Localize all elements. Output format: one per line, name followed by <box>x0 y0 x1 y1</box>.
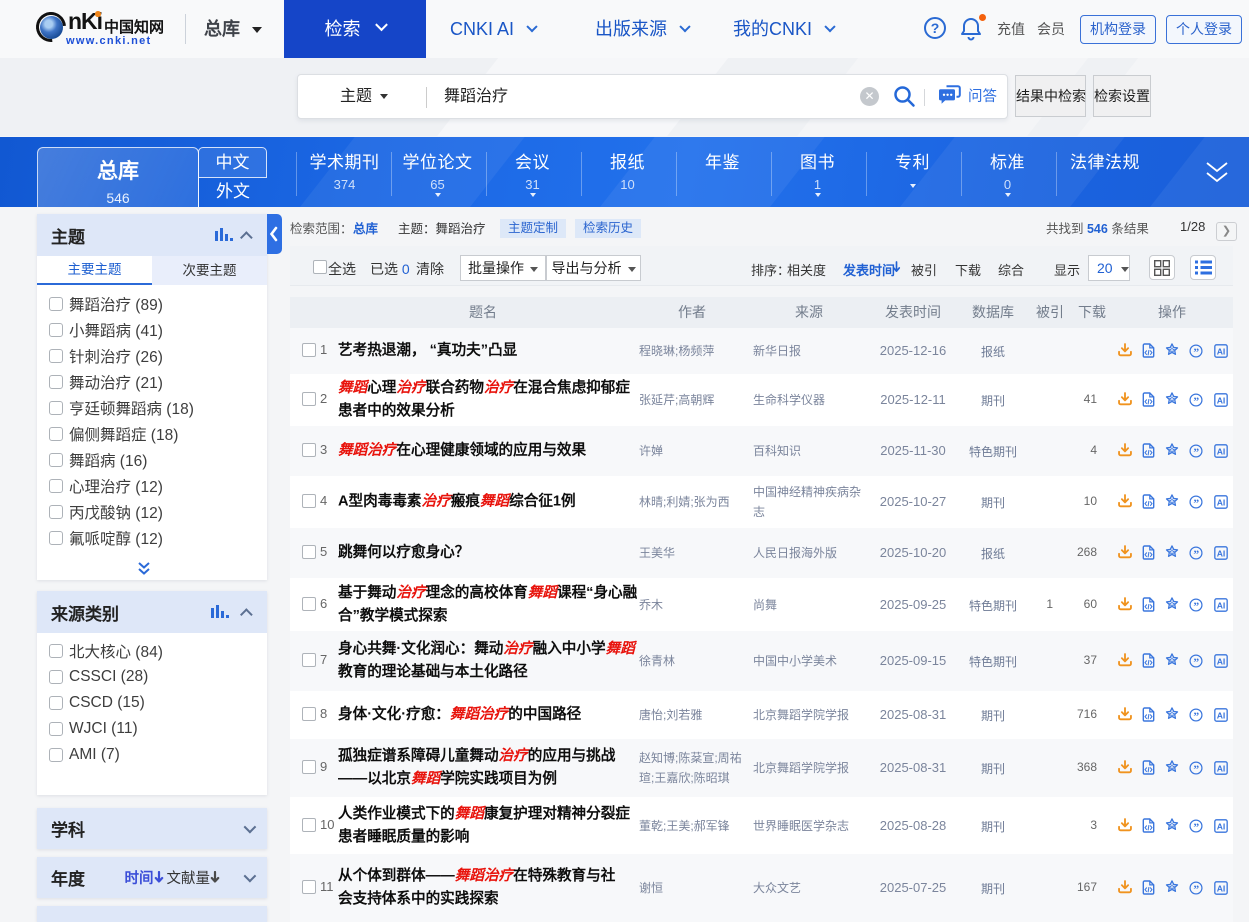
svg-text:”: ” <box>1193 447 1199 458</box>
svg-text:AI: AI <box>1217 548 1226 558</box>
svg-text:”: ” <box>1193 601 1199 612</box>
svg-text:”: ” <box>1193 884 1199 895</box>
svg-text:AI: AI <box>1217 446 1226 456</box>
svg-text:AI: AI <box>1217 600 1226 610</box>
svg-text:”: ” <box>1193 764 1199 775</box>
svg-text:”: ” <box>1193 498 1199 509</box>
svg-text:”: ” <box>1193 711 1199 722</box>
svg-text:AI: AI <box>1217 821 1226 831</box>
svg-text:AI: AI <box>1217 395 1226 405</box>
svg-text:AI: AI <box>1217 497 1226 507</box>
svg-text:AI: AI <box>1217 763 1226 773</box>
svg-text:AI: AI <box>1217 346 1226 356</box>
svg-text:”: ” <box>1193 822 1199 833</box>
svg-text:”: ” <box>1193 549 1199 560</box>
svg-text:AI: AI <box>1217 710 1226 720</box>
svg-text:AI: AI <box>1217 656 1226 666</box>
svg-text:AI: AI <box>1217 883 1226 893</box>
svg-text:”: ” <box>1193 396 1199 407</box>
svg-text:”: ” <box>1193 657 1199 668</box>
svg-text:”: ” <box>1193 347 1199 358</box>
